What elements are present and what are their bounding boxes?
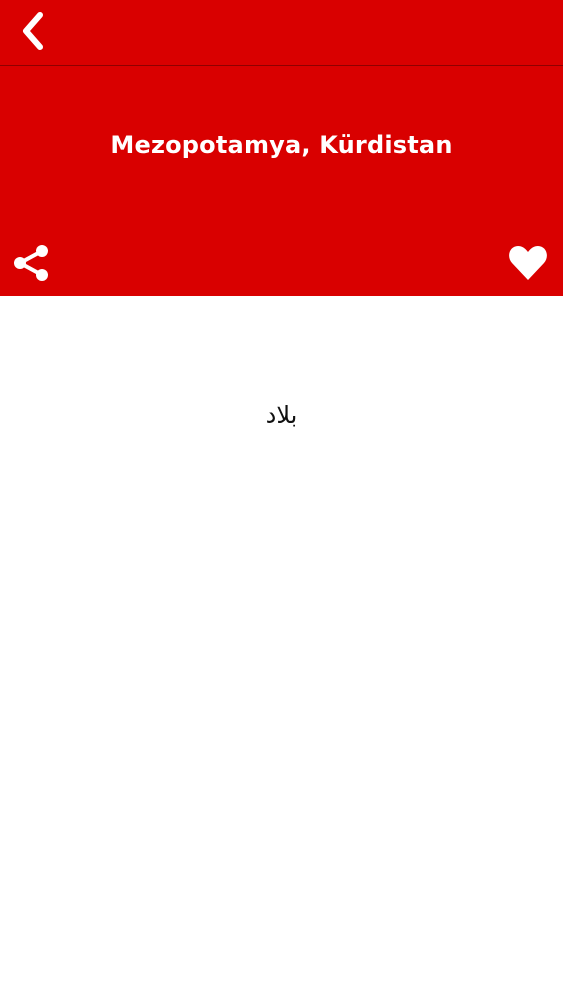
translation-content: بلاد <box>0 296 563 1000</box>
top-navigation-bar <box>0 0 563 65</box>
title-header: Mezopotamya, Kürdistan <box>0 66 563 296</box>
share-icon <box>11 243 51 287</box>
share-button[interactable] <box>8 242 54 288</box>
translation-word: بلاد <box>265 401 298 429</box>
heart-icon <box>507 243 549 287</box>
favorite-button[interactable] <box>505 242 551 288</box>
back-button[interactable] <box>8 8 58 58</box>
page-title: Mezopotamya, Kürdistan <box>110 131 453 159</box>
screen: Mezopotamya, Kürdistan بلاد <box>0 0 563 1000</box>
chevron-left-icon <box>16 11 50 55</box>
